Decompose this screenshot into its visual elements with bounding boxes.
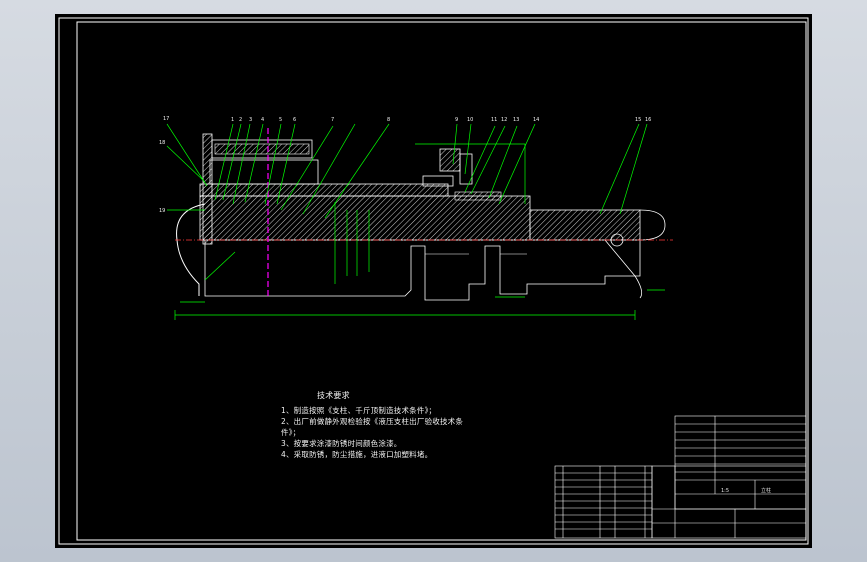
svg-text:13: 13 [513,117,519,123]
svg-text:14: 14 [533,117,539,123]
balloon-19: 19 [159,208,165,214]
drawing-canvas: 17 18 19 1 2 3 4 5 6 7 8 9 10 11 12 13 1… [58,17,809,545]
inner-border [76,21,807,541]
cad-viewport[interactable]: 17 18 19 1 2 3 4 5 6 7 8 9 10 11 12 13 1… [0,0,867,562]
drawing-sheet[interactable]: 17 18 19 1 2 3 4 5 6 7 8 9 10 11 12 13 1… [55,14,812,548]
svg-text:7: 7 [331,117,334,123]
outer-border [58,17,809,545]
requirement-line: 件》； [281,428,301,437]
svg-text:15: 15 [635,117,641,123]
svg-text:4: 4 [261,117,264,123]
requirement-line: 3、按要求涂漆防锈时间颜色涂漆。 [281,439,402,448]
balloon-18: 18 [159,140,165,146]
svg-text:8: 8 [387,117,390,123]
svg-text:5: 5 [279,117,282,123]
balloon-17: 17 [163,116,169,122]
requirement-line: 1、制造按照《支柱、千斤顶制造技术条件》； [281,406,437,415]
svg-text:11: 11 [491,117,497,123]
parts-list-left [554,465,653,539]
svg-text:16: 16 [645,117,651,123]
title-block-scale: 1:5 [721,488,729,494]
technical-requirements-title: 技术要求 [317,391,350,400]
svg-text:3: 3 [249,117,252,123]
svg-text:2: 2 [239,117,242,123]
svg-text:12: 12 [501,117,507,123]
svg-text:9: 9 [455,117,458,123]
cylinder-section-view [175,128,673,301]
title-block-name: 立柱 [761,487,771,494]
requirement-line: 4、采取防锈，防尘措施，进液口加塑料堵。 [281,450,433,459]
svg-text:6: 6 [293,117,296,123]
svg-text:1: 1 [231,117,234,123]
technical-requirements: 技术要求 1、制造按照《支柱、千斤顶制造技术条件》； 2、出厂前做静外观检验按《… [281,390,464,460]
title-block [651,415,807,539]
svg-text:10: 10 [467,117,473,123]
requirement-line: 2、出厂前做静外观检验按《液压支柱出厂验收技术条 [281,417,464,426]
